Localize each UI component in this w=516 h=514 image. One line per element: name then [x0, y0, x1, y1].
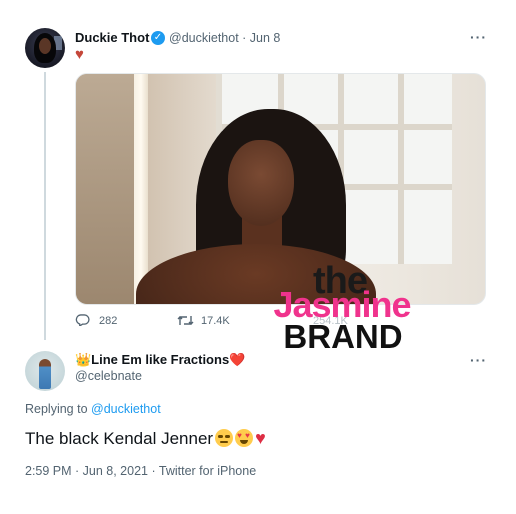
tweet-body-heart: ♥ — [75, 46, 84, 63]
tweet-photo[interactable] — [75, 73, 486, 305]
replying-prefix: Replying to — [25, 402, 92, 416]
more-options-icon[interactable]: ··· — [470, 29, 487, 45]
reply-timestamp[interactable]: 2:59 PM · Jun 8, 2021 · Twitter for iPho… — [25, 464, 256, 478]
avatar-figure — [39, 359, 51, 389]
reply-author-name[interactable]: 👑Line Em like Fractions❤️ — [75, 352, 245, 368]
photo-lamp — [134, 74, 148, 304]
reply-text: The black Kendal Jenner ♥ ♥ ♥ — [25, 428, 266, 449]
watermark-brand: BRAND — [283, 318, 403, 355]
red-heart-emoji-icon: ♥ — [255, 428, 266, 448]
thread-line — [44, 72, 46, 340]
avatar-celebnate[interactable] — [25, 351, 65, 391]
avatar-duckie-thot[interactable] — [25, 28, 65, 68]
heart-eyes-emoji-icon: ♥ ♥ — [235, 429, 254, 447]
photo-face — [228, 140, 294, 226]
reply-text-body: The black Kendal Jenner — [25, 429, 214, 448]
reply-count: 282 — [99, 315, 118, 327]
author-name[interactable]: Duckie Thot — [75, 30, 149, 45]
reply-author-handle[interactable]: @celebnate — [75, 369, 142, 383]
reply-more-options-icon[interactable]: ··· — [470, 352, 487, 368]
avatar-face — [39, 38, 51, 54]
reply-icon[interactable] — [75, 314, 90, 326]
relieved-face-emoji-icon — [215, 429, 234, 447]
retweet-icon[interactable] — [177, 314, 194, 327]
verified-badge-icon: ✓ — [151, 31, 165, 45]
retweet-count: 17.4K — [201, 315, 230, 327]
author-handle-date[interactable]: @duckiethot · Jun 8 — [169, 31, 280, 45]
replying-to: Replying to @duckiethot — [25, 402, 161, 416]
replying-to-link[interactable]: @duckiethot — [91, 402, 161, 416]
window-bar — [398, 74, 404, 264]
